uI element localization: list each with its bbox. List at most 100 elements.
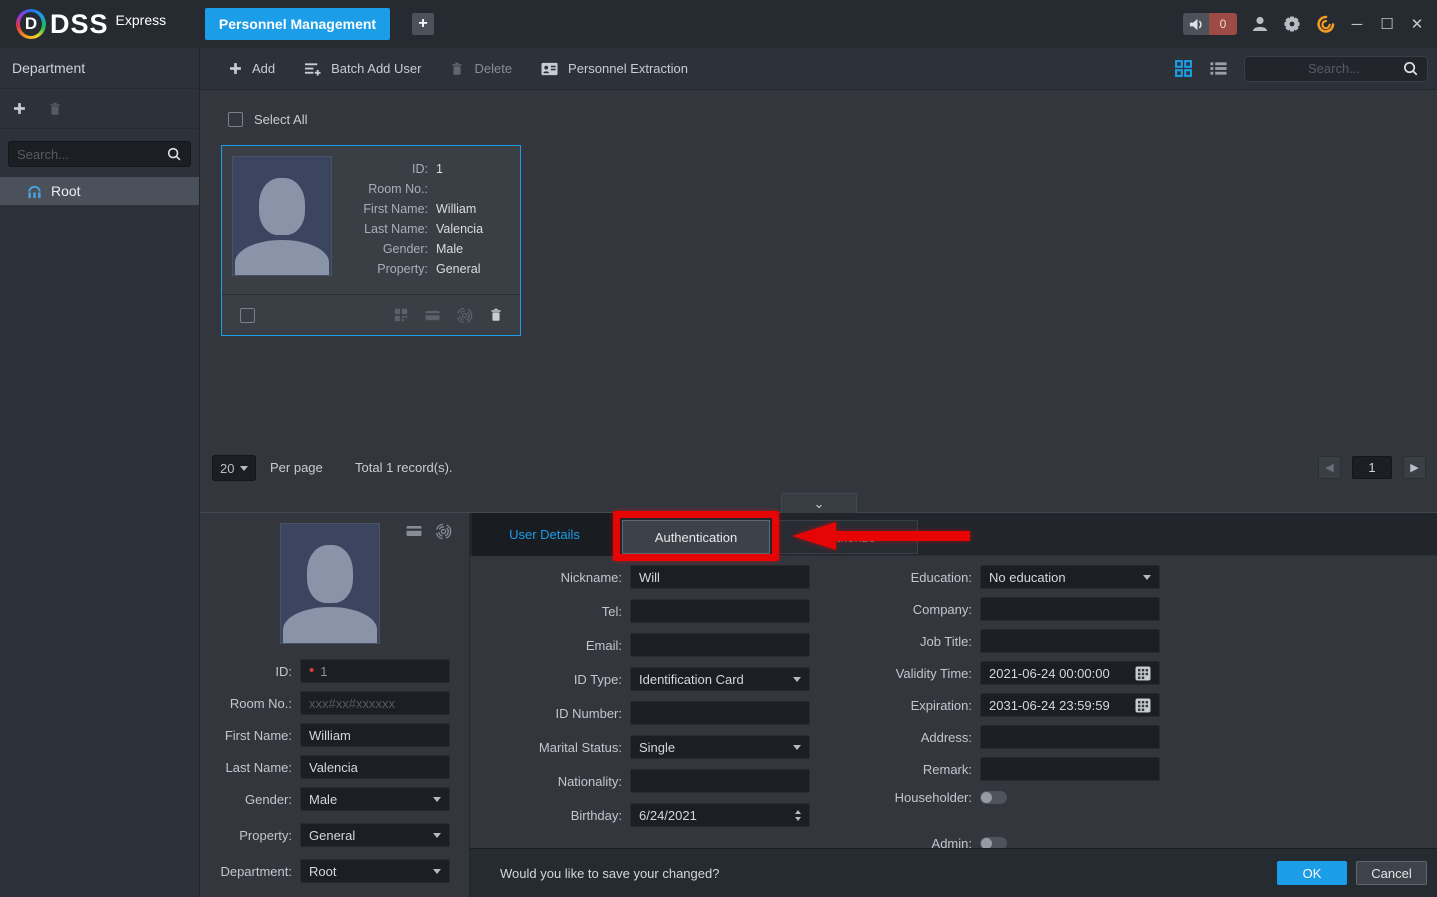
tab-user-details[interactable]: User Details: [472, 513, 617, 556]
ok-button[interactable]: OK: [1277, 861, 1347, 885]
expiration-input[interactable]: 2031-06-24 23:59:59: [980, 693, 1160, 717]
brand-swirl-icon[interactable]: [1315, 14, 1335, 34]
select-all-checkbox[interactable]: [228, 112, 243, 127]
page-size-select[interactable]: 20: [212, 455, 256, 481]
company-input[interactable]: [980, 597, 1160, 621]
department-select[interactable]: Root: [300, 859, 450, 883]
delete-department-icon[interactable]: [47, 101, 63, 117]
prev-page-button[interactable]: ◀: [1318, 456, 1341, 479]
gender-select[interactable]: Male: [300, 787, 450, 811]
last-name-input[interactable]: Valencia: [300, 755, 450, 779]
person-card[interactable]: ID:1 Room No.: First Name:William Last N…: [221, 145, 521, 336]
validity-time-input[interactable]: 2021-06-24 00:00:00: [980, 661, 1160, 685]
id-input[interactable]: • 1: [300, 659, 450, 683]
title-bar: DSS Express Personnel Management + 0 ─ ☐…: [0, 0, 1437, 48]
personnel-search-placeholder: Search...: [1253, 61, 1402, 76]
field-job-title: Job Title:: [817, 629, 1177, 653]
personnel-list: Select All ID:1 Room No.: First Name:Wil…: [200, 90, 1437, 512]
add-button[interactable]: Add: [228, 61, 275, 76]
chevron-down-icon: [1143, 575, 1151, 580]
card-issue-icon[interactable]: [424, 308, 441, 323]
sidebar-item-label: Root: [51, 183, 81, 199]
field-tel: Tel:: [470, 599, 820, 623]
first-name-input[interactable]: William: [300, 723, 450, 747]
user-details-form: Nickname: Will Tel: Email: ID Type: Iden…: [470, 556, 1437, 848]
email-input[interactable]: [630, 633, 810, 657]
department-panel: Department Search... Root: [0, 48, 200, 897]
current-page-input[interactable]: 1: [1352, 456, 1392, 479]
search-icon: [166, 146, 182, 162]
card-checkbox[interactable]: [240, 308, 255, 323]
field-address: Address:: [817, 725, 1177, 749]
select-all-label: Select All: [254, 112, 307, 127]
add-tab-button[interactable]: +: [412, 13, 434, 35]
card-issue-icon[interactable]: [405, 523, 423, 540]
delete-person-icon[interactable]: [488, 307, 504, 323]
silhouette-head: [259, 178, 304, 235]
field-id-type: ID Type: Identification Card: [470, 667, 820, 691]
delete-button[interactable]: Delete: [449, 61, 512, 77]
field-nickname: Nickname: Will: [470, 565, 820, 589]
tel-input[interactable]: [630, 599, 810, 623]
person-detail-panel: ID: • 1 Room No.: xxx#xx#xxxxxx First Na…: [200, 512, 1437, 897]
room-no-input[interactable]: xxx#xx#xxxxxx: [300, 691, 450, 715]
nationality-input[interactable]: [630, 769, 810, 793]
add-department-icon[interactable]: [12, 101, 27, 116]
job-title-input[interactable]: [980, 629, 1160, 653]
remark-input[interactable]: [980, 757, 1160, 781]
fingerprint-icon[interactable]: [456, 307, 473, 324]
app-logo: DSS Express: [16, 0, 166, 48]
grid-view-icon[interactable]: [1174, 59, 1193, 78]
department-search-input[interactable]: Search...: [8, 141, 191, 167]
minimize-button[interactable]: ─: [1349, 16, 1365, 33]
next-page-button[interactable]: ▶: [1403, 456, 1426, 479]
nickname-input[interactable]: Will: [630, 565, 810, 589]
education-select[interactable]: No education: [980, 565, 1160, 589]
admin-toggle[interactable]: [980, 837, 1007, 849]
address-input[interactable]: [980, 725, 1160, 749]
personnel-extraction-button[interactable]: Personnel Extraction: [540, 61, 688, 77]
field-first-name: First Name: William: [200, 723, 469, 747]
search-icon[interactable]: [1402, 60, 1419, 77]
settings-gear-icon[interactable]: [1283, 15, 1301, 33]
tab-personnel-management[interactable]: Personnel Management: [205, 8, 390, 40]
alarm-sound-control[interactable]: 0: [1183, 13, 1237, 35]
marital-status-select[interactable]: Single: [630, 735, 810, 759]
cancel-button[interactable]: Cancel: [1356, 861, 1427, 885]
dss-logo-icon: [16, 9, 46, 39]
user-account-icon[interactable]: [1251, 15, 1269, 33]
id-type-select[interactable]: Identification Card: [630, 667, 810, 691]
chevron-down-icon: [433, 869, 441, 874]
maximize-button[interactable]: ☐: [1379, 15, 1395, 33]
silhouette-head: [307, 545, 352, 602]
field-department: Department: Root: [200, 859, 469, 883]
spinner-arrows-icon[interactable]: [795, 810, 801, 821]
close-button[interactable]: ✕: [1409, 15, 1425, 33]
card-row-id: ID:1: [340, 159, 512, 179]
per-page-label: Per page: [270, 460, 323, 475]
chevron-down-icon: [433, 833, 441, 838]
personnel-search-input[interactable]: Search...: [1244, 56, 1428, 82]
annotation-rectangle: [613, 511, 779, 561]
calendar-icon[interactable]: [1135, 666, 1151, 681]
field-gender: Gender: Male: [200, 787, 469, 811]
fingerprint-icon[interactable]: [435, 523, 452, 540]
speaker-icon[interactable]: [1183, 13, 1209, 35]
sidebar-item-root[interactable]: Root: [0, 177, 199, 205]
id-number-input[interactable]: [630, 701, 810, 725]
chevron-down-icon: [240, 466, 248, 471]
department-panel-title: Department: [0, 48, 199, 89]
extraction-grid-icon[interactable]: [393, 307, 409, 323]
field-email: Email:: [470, 633, 820, 657]
batch-add-user-button[interactable]: Batch Add User: [303, 61, 421, 77]
collapse-panel-button[interactable]: ⌄: [781, 493, 857, 513]
property-select[interactable]: General: [300, 823, 450, 847]
birthday-spinner[interactable]: 6/24/2021: [630, 803, 810, 827]
householder-toggle[interactable]: [980, 791, 1007, 804]
field-education: Education: No education: [817, 565, 1177, 589]
calendar-icon[interactable]: [1135, 698, 1151, 713]
profile-photo[interactable]: [280, 523, 380, 644]
list-view-icon[interactable]: [1209, 60, 1228, 77]
field-property: Property: General: [200, 823, 469, 847]
field-validity-time: Validity Time: 2021-06-24 00:00:00: [817, 661, 1177, 685]
